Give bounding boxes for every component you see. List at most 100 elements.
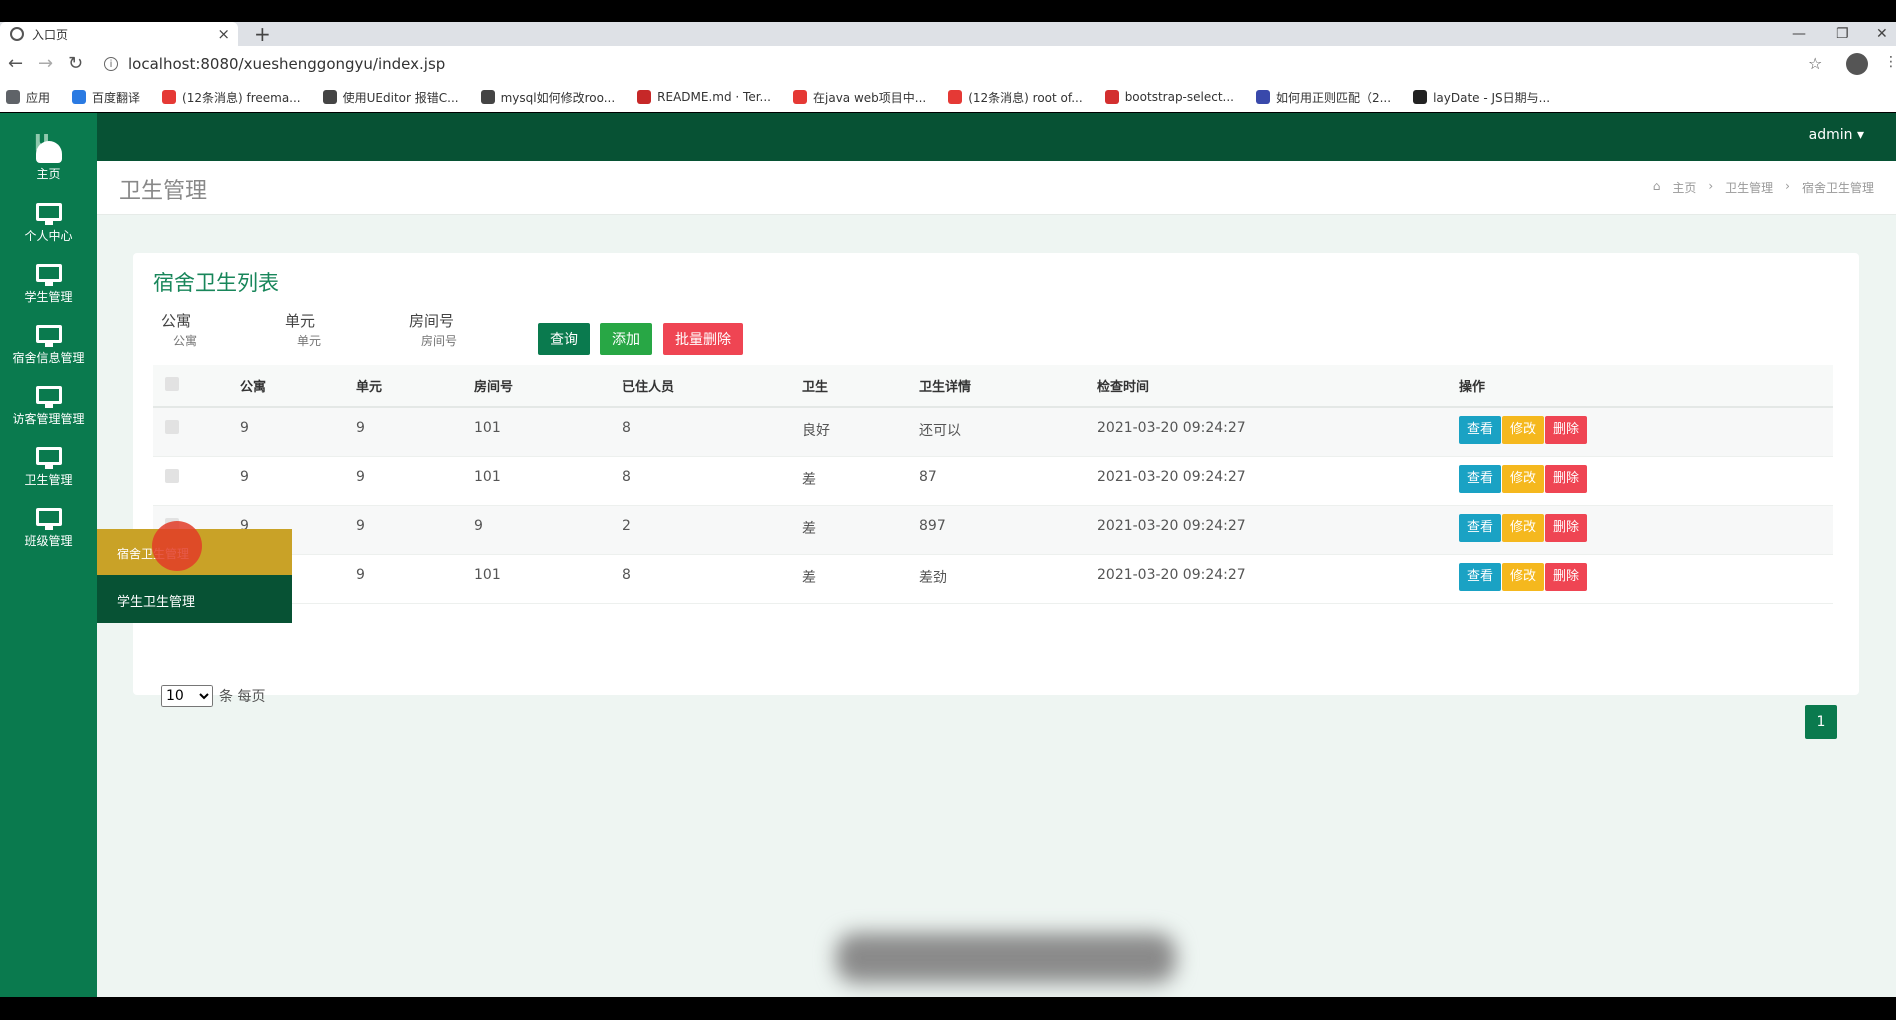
view-button[interactable]: 查看 <box>1459 562 1502 591</box>
table-cell: 8 <box>610 407 790 457</box>
minimize-icon[interactable]: — <box>1792 22 1806 46</box>
unit-input[interactable] <box>287 329 387 353</box>
table-cell: 101 <box>462 554 610 604</box>
bookmark-item[interactable]: 应用 <box>6 89 50 106</box>
browser-tab[interactable]: 入口页 × <box>0 22 238 46</box>
bookmark-item[interactable]: 使用UEditor 报错C... <box>322 89 459 106</box>
select-all-checkbox[interactable] <box>165 376 179 391</box>
table-cell: 差 <box>790 456 907 506</box>
info-icon[interactable]: i <box>104 57 118 71</box>
table-row: 9 9 101 8 差 87 2021-03-20 09:24:27 查看 修改 删除 <box>153 456 1833 506</box>
col-unit: 单元 <box>344 365 462 408</box>
page-size-select[interactable]: 10 <box>161 685 213 707</box>
bookmark-item[interactable]: README.md · Ter... <box>637 90 771 104</box>
monitor-icon <box>35 447 62 467</box>
bookmark-label: 如何用正则匹配（2... <box>1275 90 1392 105</box>
breadcrumb-sep: › <box>1708 179 1714 193</box>
delete-button[interactable]: 删除 <box>1545 562 1588 591</box>
user-menu[interactable]: admin ▾ <box>1809 127 1864 143</box>
sidebar-item[interactable]: 班级管理 <box>0 508 97 568</box>
filter-label-apartment: 公寓 <box>161 312 192 330</box>
bookmark-label: mysql如何修改roo... <box>500 90 616 105</box>
edit-button[interactable]: 修改 <box>1502 416 1545 444</box>
delete-button[interactable]: 删除 <box>1545 513 1588 542</box>
search-button[interactable]: 查询 <box>538 323 590 355</box>
edit-button[interactable]: 修改 <box>1502 464 1545 493</box>
view-button[interactable]: 查看 <box>1459 513 1502 542</box>
table-cell: 还可以 <box>907 407 1085 457</box>
submenu-item-student-hygiene[interactable]: 学生卫生管理 <box>97 575 292 623</box>
top-navbar: admin ▾ <box>0 113 1896 161</box>
view-button[interactable]: 查看 <box>1459 464 1502 493</box>
apartment-input[interactable] <box>163 329 263 353</box>
row-checkbox[interactable] <box>165 468 179 483</box>
bookmark-item[interactable]: (12条消息) freema... <box>162 89 301 106</box>
new-tab-icon[interactable]: + <box>254 22 271 46</box>
col-hygiene: 卫生 <box>790 365 907 408</box>
status-bar <box>0 997 1896 1020</box>
sidebar-item[interactable]: 卫生管理 <box>0 447 97 507</box>
sidebar-item-label: 个人中心 <box>24 229 73 243</box>
delete-button[interactable]: 删除 <box>1545 416 1588 444</box>
sidebar-item[interactable]: 宿舍信息管理 <box>0 325 97 385</box>
bookmark-item[interactable]: bootstrap-select... <box>1104 90 1234 104</box>
bookmark-star-icon[interactable]: ☆ <box>1808 54 1822 73</box>
bookmark-favicon-icon <box>322 90 337 104</box>
bookmark-item[interactable]: mysql如何修改roo... <box>480 89 616 106</box>
bookmark-favicon-icon <box>72 90 87 104</box>
table-cell: 2021-03-20 09:24:27 <box>1085 456 1447 506</box>
profile-icon[interactable] <box>1846 53 1868 75</box>
select-all-header <box>153 365 228 408</box>
bookmark-item[interactable]: 如何用正则匹配（2... <box>1255 89 1392 106</box>
sidebar-item[interactable]: 学生管理 <box>0 264 97 324</box>
browser-window: 入口页 × + — ❐ ✕ ← → ↻ i localhost:8080/xue… <box>0 0 1896 1020</box>
url-field[interactable]: i localhost:8080/xueshenggongyu/index.js… <box>104 50 1804 78</box>
sidebar-item[interactable]: 主页 <box>0 141 97 201</box>
table-cell: 2021-03-20 09:24:27 <box>1085 505 1447 555</box>
bookmark-item[interactable]: (12条消息) root of... <box>948 89 1083 106</box>
pagination-page-1[interactable]: 1 <box>1805 705 1837 739</box>
close-tab-icon[interactable]: × <box>217 25 230 43</box>
batch-delete-button[interactable]: 批量删除 <box>663 323 743 355</box>
edit-button[interactable]: 修改 <box>1502 562 1545 591</box>
list-card: 宿舍卫生列表 公寓 单元 房间号 查询 添加 批量删除 公寓 单元 房间号 已住… <box>133 253 1859 739</box>
sidebar-item-label: 访客管理管理 <box>12 412 85 426</box>
delete-button[interactable]: 删除 <box>1545 464 1588 493</box>
room-input[interactable] <box>411 329 511 353</box>
table-cell: 9 <box>462 505 610 555</box>
page-title: 卫生管理 <box>119 179 208 204</box>
card-title: 宿舍卫生列表 <box>153 271 279 295</box>
breadcrumb: ⌂ 主页 › 卫生管理 › 宿舍卫生管理 <box>1653 179 1874 196</box>
forward-icon[interactable]: → <box>38 53 53 74</box>
apps-grid-icon <box>6 90 20 104</box>
close-window-icon[interactable]: ✕ <box>1876 22 1888 46</box>
row-checkbox[interactable] <box>165 420 179 434</box>
sidebar-item[interactable]: 访客管理管理 <box>0 386 97 446</box>
table-cell: 2 <box>610 505 790 555</box>
restore-icon[interactable]: ❐ <box>1836 22 1849 46</box>
view-button[interactable]: 查看 <box>1459 416 1502 444</box>
bookmark-label: layDate - JS日期与... <box>1433 90 1551 105</box>
bookmark-item[interactable]: 在java web项目中... <box>793 89 926 106</box>
breadcrumb-home[interactable]: 主页 <box>1672 179 1696 196</box>
breadcrumb-section[interactable]: 卫生管理 <box>1725 179 1773 196</box>
back-icon[interactable]: ← <box>8 53 23 74</box>
sidebar-item[interactable]: 个人中心 <box>0 203 97 263</box>
row-select-cell <box>153 407 228 457</box>
reload-icon[interactable]: ↻ <box>68 53 83 74</box>
bookmark-item[interactable]: layDate - JS日期与... <box>1413 89 1550 106</box>
bookmark-item[interactable]: 百度翻译 <box>72 89 140 106</box>
sidebar-item-label: 卫生管理 <box>24 473 73 487</box>
monitor-icon <box>35 325 62 345</box>
bookmark-favicon-icon <box>480 90 495 104</box>
monitor-icon <box>35 386 62 406</box>
menu-icon[interactable]: ⋮ <box>1884 54 1896 70</box>
row-actions: 查看 修改 删除 <box>1447 505 1833 555</box>
bookmark-favicon-icon <box>162 90 177 104</box>
table-cell: 9 <box>344 407 462 457</box>
table-cell: 良好 <box>790 407 907 457</box>
edit-button[interactable]: 修改 <box>1502 513 1545 542</box>
add-button[interactable]: 添加 <box>600 323 652 355</box>
bookmarks-bar: 应用 百度翻译 (12条消息) freema... 使用UEditor 报错C... m… <box>0 82 1896 112</box>
blurred-overlay <box>836 933 1176 983</box>
